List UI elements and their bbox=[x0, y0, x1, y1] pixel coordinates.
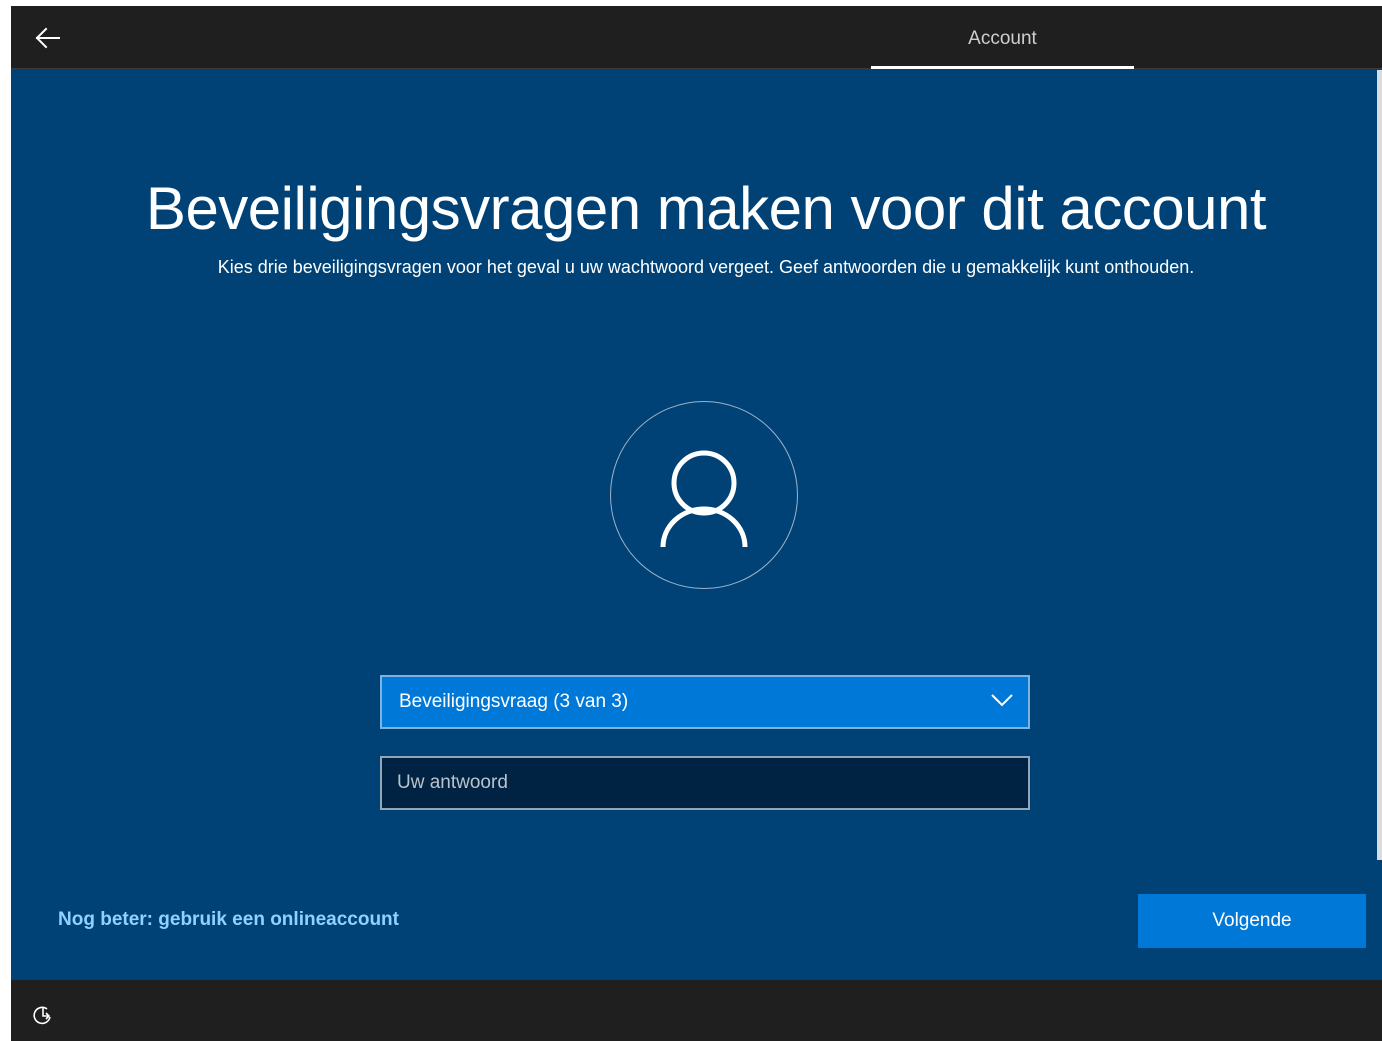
arrow-left-icon bbox=[35, 27, 60, 49]
oobe-window: Account Beveiligingsvragen maken voor di… bbox=[11, 6, 1382, 1041]
security-question-dropdown[interactable]: Beveiligingsvraag (3 van 3) bbox=[380, 675, 1030, 729]
answer-input[interactable] bbox=[380, 756, 1030, 810]
next-button[interactable]: Volgende bbox=[1138, 894, 1366, 948]
page-subtitle: Kies drie beveiligingsvragen voor het ge… bbox=[217, 257, 1195, 277]
tab-account: Account bbox=[968, 28, 1037, 49]
ease-of-access-button[interactable] bbox=[31, 1004, 55, 1028]
bottom-bar bbox=[11, 980, 1382, 1041]
avatar bbox=[610, 401, 798, 589]
page-title: Beveiligingsvragen maken voor dit accoun… bbox=[145, 175, 1267, 242]
security-question-selected: Beveiligingsvraag (3 van 3) bbox=[399, 691, 629, 712]
chevron-down-icon bbox=[991, 694, 1013, 707]
back-button[interactable] bbox=[27, 20, 63, 56]
top-bar: Account bbox=[11, 6, 1382, 69]
tab-active-indicator bbox=[871, 66, 1134, 69]
user-icon bbox=[660, 450, 748, 547]
online-account-link[interactable]: Nog beter: gebruik een onlineaccount bbox=[58, 909, 399, 931]
ease-of-access-icon bbox=[33, 1006, 51, 1025]
